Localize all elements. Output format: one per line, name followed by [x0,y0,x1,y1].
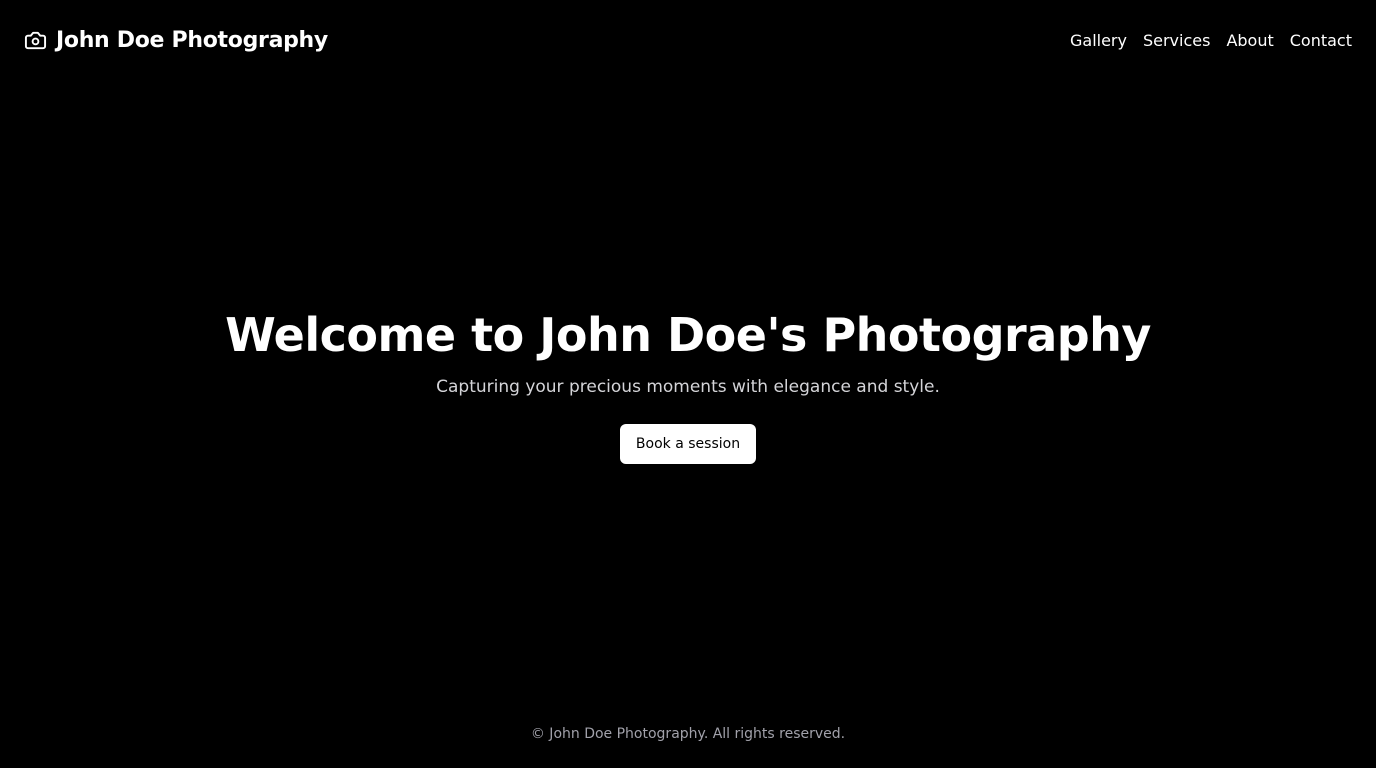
copyright-text: © John Doe Photography. All rights reser… [530,726,846,742]
brand-link[interactable]: John Doe Photography [24,28,328,53]
hero-subtitle: Capturing your precious moments with ele… [436,377,940,397]
hero-title: Welcome to John Doe's Photography [225,308,1151,362]
site-header: John Doe Photography Gallery Services Ab… [0,0,1376,80]
camera-icon [24,29,47,52]
nav-link-about[interactable]: About [1226,31,1273,50]
nav-link-gallery[interactable]: Gallery [1070,31,1127,50]
book-session-button[interactable]: Book a session [619,424,757,464]
nav-link-services[interactable]: Services [1143,31,1210,50]
page: John Doe Photography Gallery Services Ab… [0,0,1376,768]
brand-name: John Doe Photography [56,27,328,53]
nav-link-contact[interactable]: Contact [1290,31,1352,50]
main-nav: Gallery Services About Contact [1070,31,1352,50]
site-footer: © John Doe Photography. All rights reser… [0,720,1376,748]
hero-section: Welcome to John Doe's Photography Captur… [0,300,1376,464]
